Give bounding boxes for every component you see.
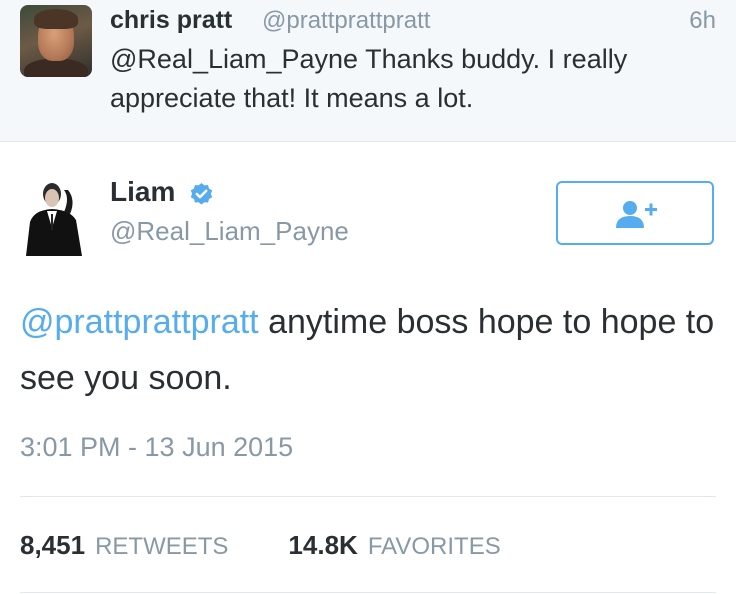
divider [20, 592, 716, 593]
mention-link[interactable]: @prattprattpratt [20, 303, 259, 341]
author-handle[interactable]: @Real_Liam_Payne [110, 216, 349, 247]
favorites-count: 14.8K [288, 530, 358, 560]
avatar[interactable] [20, 5, 92, 77]
avatar-hair [34, 9, 78, 29]
author-name[interactable]: Liam [110, 176, 175, 208]
favorites-label: FAVORITES [367, 533, 501, 560]
follow-button[interactable] [556, 181, 714, 245]
tweet-text: @prattprattpratt anytime boss hope to ho… [20, 294, 720, 406]
tweet-stats: 8,451 RETWEETS 14.8K FAVORITES [20, 530, 501, 561]
favorites-stat[interactable]: 14.8K FAVORITES [288, 530, 500, 561]
reply-mention-link[interactable]: @Real_Liam_Payne [110, 44, 358, 74]
retweets-label: RETWEETS [95, 533, 229, 560]
retweets-stat[interactable]: 8,451 RETWEETS [20, 530, 228, 561]
reply-timestamp[interactable]: 6h [689, 7, 716, 35]
tweet-timestamp[interactable]: 3:01 PM - 13 Jun 2015 [20, 432, 293, 463]
retweets-count: 8,451 [20, 530, 86, 560]
divider [20, 496, 716, 497]
verified-badge-icon [190, 183, 213, 205]
reply-author-handle[interactable]: @prattprattpratt [262, 7, 430, 35]
reply-tweet[interactable]: chris pratt @prattprattpratt 6h @Real_Li… [0, 0, 736, 142]
avatar-shoulders [24, 59, 88, 77]
avatar[interactable] [20, 178, 88, 256]
add-user-icon [616, 201, 657, 228]
reply-text: @Real_Liam_Payne Thanks buddy. I really … [110, 40, 690, 118]
reply-author-name[interactable]: chris pratt [110, 6, 232, 35]
